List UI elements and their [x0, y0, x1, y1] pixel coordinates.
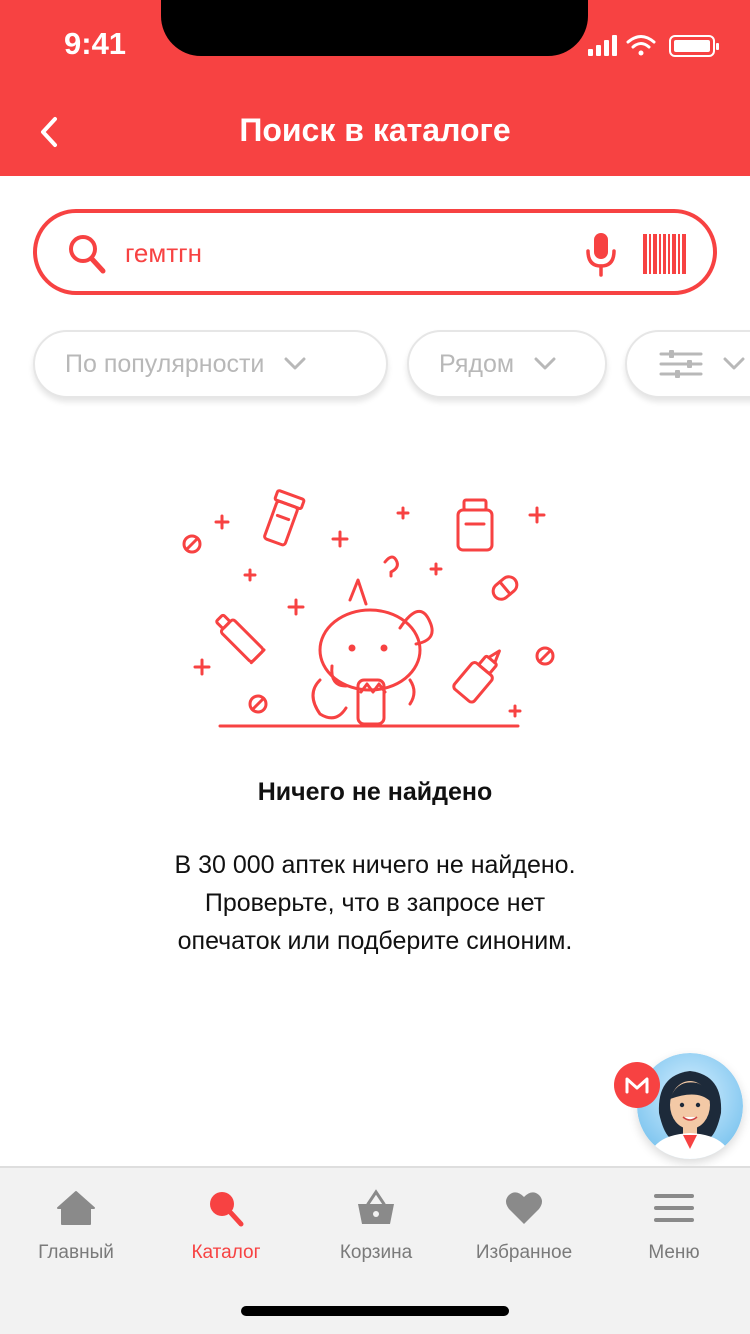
- home-icon: [57, 1191, 95, 1225]
- signal-icon: [588, 35, 617, 56]
- microphone-icon[interactable]: [585, 231, 617, 277]
- nearby-filter-label: Рядом: [439, 349, 515, 378]
- heart-icon: [506, 1192, 542, 1224]
- chevron-down-icon: [534, 357, 556, 370]
- status-time: 9:41: [64, 26, 127, 61]
- home-indicator: [241, 1306, 509, 1316]
- status-icons: [588, 35, 719, 57]
- sort-filter-label: По популярности: [65, 349, 265, 378]
- barcode-icon[interactable]: [643, 234, 687, 274]
- tab-cart-label: Корзина: [339, 1242, 413, 1263]
- device-notch: [161, 0, 588, 56]
- chevron-down-icon: [723, 357, 745, 370]
- empty-state-title: Ничего не найдено: [257, 778, 493, 806]
- search-icon: [210, 1192, 244, 1227]
- settings-filter-chip[interactable]: [625, 330, 750, 398]
- wifi-icon: [626, 35, 656, 56]
- empty-state-illustration: [182, 489, 555, 728]
- menu-icon: [654, 1194, 694, 1222]
- tab-cart[interactable]: Корзина: [301, 1188, 451, 1268]
- tab-home[interactable]: Главный: [1, 1188, 151, 1268]
- chevron-down-icon: [284, 357, 306, 370]
- header: 9:41 Поиск в каталоге: [0, 0, 750, 176]
- search-input[interactable]: [125, 231, 545, 275]
- sliders-icon: [659, 350, 703, 378]
- brand-logo-icon: [625, 1077, 649, 1094]
- empty-state-text-line: В 30 000 аптек ничего не найдено.: [174, 851, 576, 879]
- battery-icon: [669, 35, 719, 57]
- basket-icon: [358, 1189, 394, 1224]
- empty-state-text-line: Проверьте, что в запросе нет: [204, 889, 546, 917]
- tab-home-label: Главный: [38, 1242, 114, 1263]
- sort-filter-chip[interactable]: По популярности: [33, 330, 388, 398]
- tab-favorites[interactable]: Избранное: [449, 1188, 599, 1268]
- empty-state-text-line: опечаток или подберите синоним.: [177, 927, 573, 955]
- tab-catalog-label: Каталог: [191, 1242, 261, 1263]
- search-icon: [69, 235, 106, 274]
- assistant-chat-badge[interactable]: [614, 1062, 660, 1108]
- page-title: Поиск в каталоге: [239, 112, 511, 148]
- nearby-filter-chip[interactable]: Рядом: [407, 330, 607, 398]
- tab-catalog[interactable]: Каталог: [151, 1188, 301, 1268]
- tab-menu-label: Меню: [648, 1242, 700, 1263]
- tab-favorites-label: Избранное: [475, 1242, 573, 1263]
- tab-menu[interactable]: Меню: [599, 1188, 749, 1268]
- search-bar: [33, 209, 717, 295]
